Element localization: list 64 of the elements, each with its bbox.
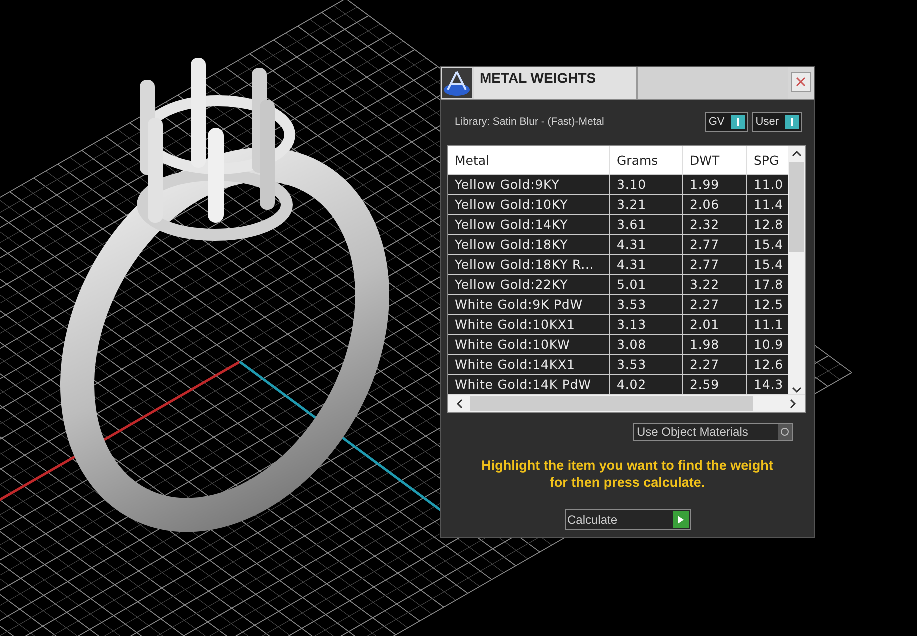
- close-button[interactable]: [791, 72, 811, 92]
- table-cell: Yellow Gold:14KY: [448, 214, 610, 234]
- table-cell: 3.21: [610, 194, 682, 214]
- table-cell: 1.99: [682, 174, 746, 194]
- filter-toggle[interactable]: GV: [704, 112, 748, 132]
- column-header[interactable]: Metal: [448, 146, 610, 174]
- library-label: Library: Satin Blur - (Fast)-Metal: [455, 116, 604, 128]
- table-cell: 3.53: [610, 354, 682, 374]
- table-cell: 2.06: [682, 194, 746, 214]
- table-cell: Yellow Gold:22KY: [448, 274, 610, 294]
- table-cell: 3.13: [610, 314, 682, 334]
- table-cell: 11.0: [746, 174, 788, 194]
- close-icon: [796, 77, 806, 87]
- table-cell: 2.27: [682, 294, 746, 314]
- table-cell: 2.32: [682, 214, 746, 234]
- table-cell: 15.4: [746, 254, 788, 274]
- table-cell: 17.8: [746, 274, 788, 294]
- table-cell: 2.01: [682, 314, 746, 334]
- table-cell: 2.59: [682, 374, 746, 394]
- instruction-text: Highlight the item you want to find the weight for then press calculate.: [480, 457, 774, 491]
- table-cell: Yellow Gold:18KY: [448, 234, 610, 254]
- table-cell: 4.31: [610, 234, 682, 254]
- table-cell: White Gold:10KX1: [448, 314, 610, 334]
- table-cell: 3.10: [610, 174, 682, 194]
- column-header[interactable]: SPG: [746, 146, 788, 174]
- scroll-down-icon: [792, 386, 802, 394]
- table-cell: Yellow Gold:10KY: [448, 194, 610, 214]
- table-cell: 3.53: [610, 294, 682, 314]
- table-cell: White Gold:9K PdW: [448, 294, 610, 314]
- table-cell: 15.4: [746, 234, 788, 254]
- table-cell: 3.61: [610, 214, 682, 234]
- table-cell: 3.22: [682, 274, 746, 294]
- table-cell: 12.5: [746, 294, 788, 314]
- scroll-left-icon: [456, 398, 464, 408]
- table-cell: 14.3: [746, 374, 788, 394]
- table-cell: White Gold:14KX1: [448, 354, 610, 374]
- column-header[interactable]: DWT: [682, 146, 746, 174]
- table-cell: 2.77: [682, 234, 746, 254]
- vertical-scrollbar[interactable]: [788, 146, 805, 394]
- table-cell: 5.01: [610, 274, 682, 294]
- table-cell: 12.8: [746, 214, 788, 234]
- table-cell: 3.08: [610, 334, 682, 354]
- table-cell: 4.31: [610, 254, 682, 274]
- window-title: METAL WEIGHTS: [480, 70, 596, 86]
- table-cell: 2.27: [682, 354, 746, 374]
- use-object-materials-toggle[interactable]: Use Object Materials: [633, 423, 793, 441]
- table-cell: Yellow Gold:18KY R...: [448, 254, 610, 274]
- horizontal-scrollbar[interactable]: [448, 394, 805, 412]
- table-cell: 2.77: [682, 254, 746, 274]
- table-cell: White Gold:14K PdW: [448, 374, 610, 394]
- calculate-button[interactable]: Calculate: [564, 509, 690, 530]
- column-header[interactable]: Grams: [610, 146, 682, 174]
- table-cell: Yellow Gold:9KY: [448, 174, 610, 194]
- table-cell: 10.9: [746, 334, 788, 354]
- table-cell: 11.4: [746, 194, 788, 214]
- table-cell: White Gold:10KW: [448, 334, 610, 354]
- play-icon: [676, 514, 684, 524]
- filter-toggle[interactable]: User: [752, 112, 802, 132]
- table-cell: 1.98: [682, 334, 746, 354]
- scroll-right-icon: [789, 398, 797, 408]
- table-cell: 11.1: [746, 314, 788, 334]
- scroll-up-icon: [792, 150, 802, 158]
- table-cell: 12.6: [746, 354, 788, 374]
- table-cell: 4.02: [610, 374, 682, 394]
